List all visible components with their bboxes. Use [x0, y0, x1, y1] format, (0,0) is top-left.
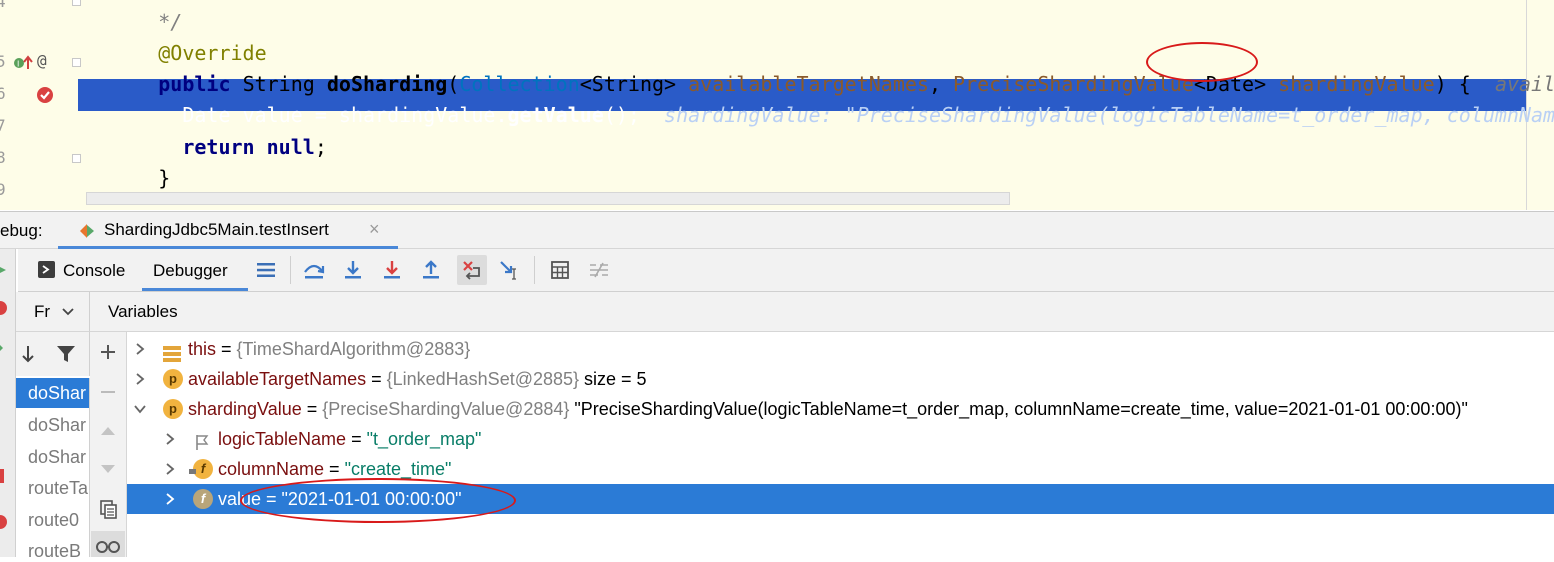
- evaluate-expression-icon[interactable]: [547, 257, 573, 283]
- trace-stream-icon[interactable]: [586, 257, 612, 283]
- force-step-into-icon[interactable]: [379, 257, 405, 283]
- toolbar-separator: [290, 256, 291, 284]
- lock-icon: [189, 453, 196, 474]
- step-out-icon[interactable]: [418, 257, 444, 283]
- chevron-right-icon[interactable]: [163, 454, 177, 484]
- variables-tree: this = {TimeShardAlgorithm@2883} p avail…: [127, 332, 1554, 557]
- line-number: 6: [0, 84, 6, 103]
- code-line-annotation: @Override: [86, 17, 266, 65]
- debug-side-actions: [0, 249, 16, 557]
- fold-marker[interactable]: [72, 0, 81, 6]
- parameter-icon: p: [163, 399, 183, 419]
- line-number: 8: [0, 148, 6, 167]
- line-number: 5: [0, 52, 6, 71]
- variables-header: Variables: [90, 292, 1554, 332]
- chevron-right-icon[interactable]: [163, 484, 177, 514]
- chevron-right-icon[interactable]: [133, 334, 147, 364]
- rerun-icon[interactable]: [0, 263, 8, 277]
- add-watch-icon[interactable]: [99, 343, 117, 361]
- move-up-icon[interactable]: [99, 422, 117, 440]
- code-line-comment: */: [158, 10, 183, 34]
- frame-item[interactable]: routeTa: [16, 473, 89, 503]
- editor-horizontal-scrollbar[interactable]: [86, 192, 1010, 205]
- flag-icon: [193, 430, 211, 450]
- chevron-down-icon[interactable]: [61, 305, 75, 319]
- drop-frame-icon[interactable]: [457, 255, 487, 285]
- variables-side-toolbar: [90, 332, 127, 557]
- code-line-brace: }: [158, 166, 171, 190]
- variable-row-availableTargetNames[interactable]: p availableTargetNames = {LinkedHashSet@…: [127, 364, 1554, 394]
- move-down-icon[interactable]: [99, 460, 117, 478]
- code-editor[interactable]: 4 5 6 7 8 9 I @ */ @Override public Stri…: [0, 0, 1554, 210]
- line-number: 4: [0, 0, 6, 11]
- debug-label: ebug:: [0, 221, 43, 240]
- chevron-right-icon[interactable]: [163, 424, 177, 454]
- copy-icon[interactable]: [99, 499, 119, 519]
- breakpoint-icon[interactable]: [36, 85, 56, 105]
- field-icon: f: [193, 489, 213, 509]
- fold-marker[interactable]: [72, 154, 81, 163]
- variables-title: Variables: [108, 302, 178, 321]
- annotation-gutter-icon: @: [37, 51, 47, 70]
- stop-icon[interactable]: [0, 301, 7, 315]
- toolbar-separator: [534, 256, 535, 284]
- tab-debugger-label: Debugger: [153, 261, 228, 280]
- step-into-icon[interactable]: [340, 257, 366, 283]
- resume-icon[interactable]: [0, 341, 3, 355]
- frames-toolbar: [16, 332, 90, 376]
- mute-breakpoints-icon[interactable]: [0, 515, 7, 529]
- annotation-ellipse-value: [240, 478, 516, 523]
- layout-menu-icon[interactable]: [253, 257, 279, 283]
- line-number: 7: [0, 116, 6, 135]
- run-config-icon: [78, 222, 96, 240]
- fold-marker[interactable]: [72, 58, 81, 67]
- inline-debug-value: shardingValue: "PreciseShardingValue(log…: [664, 103, 1554, 127]
- variable-row-this[interactable]: this = {TimeShardAlgorithm@2883}: [127, 334, 1554, 364]
- parameter-icon: p: [163, 369, 183, 389]
- svg-text:I: I: [17, 60, 19, 69]
- code-line-signature: public String doSharding(Collection<Stri…: [86, 48, 1554, 96]
- frame-item[interactable]: doShar: [16, 378, 89, 408]
- code-line-exec: Date value = shardingValue.getValue(); s…: [86, 79, 1554, 127]
- debug-session-tab[interactable]: ShardingJdbc5Main.testInsert ×: [58, 212, 398, 249]
- remove-watch-icon[interactable]: [99, 383, 117, 401]
- editor-gutter[interactable]: 4 5 6 7 8 9 I @: [0, 0, 81, 210]
- tab-debugger[interactable]: Debugger: [142, 249, 248, 291]
- debug-tool-window-header: ebug: ShardingJdbc5Main.testInsert ×: [0, 211, 1554, 249]
- debug-session-title: ShardingJdbc5Main.testInsert: [104, 220, 329, 239]
- watches-toggle-icon[interactable]: [91, 531, 125, 557]
- variable-row-logicTableName[interactable]: logicTableName = "t_order_map": [127, 424, 1554, 454]
- field-icon: f: [193, 459, 213, 479]
- line-number: 9: [0, 180, 6, 199]
- chevron-right-icon[interactable]: [133, 364, 147, 394]
- chevron-down-icon[interactable]: [133, 394, 147, 424]
- run-to-cursor-icon[interactable]: [497, 257, 523, 283]
- step-over-icon[interactable]: [301, 257, 327, 283]
- debugger-toolbar: Console Debugger: [18, 249, 1554, 292]
- frames-header-label: Fr: [34, 302, 51, 321]
- console-icon: [38, 261, 55, 278]
- frame-item[interactable]: doShar: [16, 410, 89, 440]
- frames-list: doShar doShar doShar routeTa route0 rout…: [16, 378, 90, 557]
- frame-item[interactable]: route0: [16, 505, 89, 535]
- filter-icon[interactable]: [56, 345, 76, 363]
- frames-header[interactable]: Fr: [16, 292, 90, 332]
- variable-row-shardingValue[interactable]: p shardingValue = {PreciseShardingValue@…: [127, 394, 1554, 424]
- tab-console[interactable]: Console: [63, 261, 125, 281]
- arrow-down-icon[interactable]: [20, 344, 36, 364]
- frame-item[interactable]: doShar: [16, 442, 89, 472]
- close-icon[interactable]: ×: [369, 219, 380, 240]
- frame-item[interactable]: routeB: [16, 536, 89, 557]
- annotation-ellipse-date: [1146, 42, 1258, 82]
- override-method-icon[interactable]: I: [12, 54, 34, 72]
- code-line-return: return null;: [182, 135, 327, 159]
- breakpoint-side-icon[interactable]: [0, 469, 4, 483]
- field-list-icon: [163, 341, 181, 362]
